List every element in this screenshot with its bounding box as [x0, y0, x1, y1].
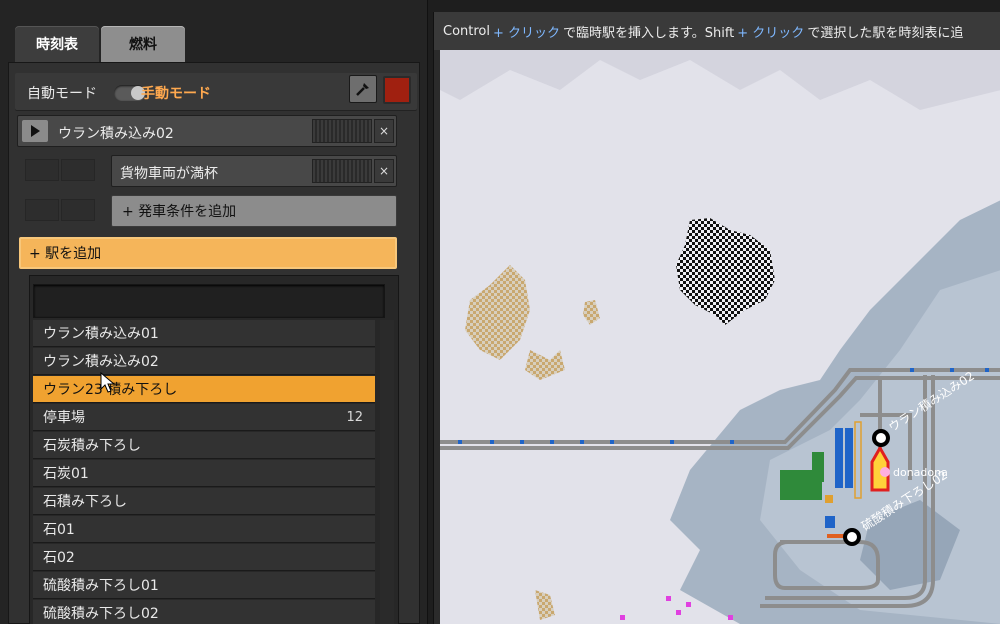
drag-handle[interactable] — [312, 119, 372, 143]
hint-text: で選択した駅を時刻表に追 — [807, 25, 964, 41]
empty-slot — [61, 159, 95, 181]
list-scrollbar[interactable] — [380, 320, 394, 624]
map-panel: Control + クリック で臨時駅を挿入します。Shift + クリック で… — [433, 12, 1000, 624]
eyedropper-icon — [356, 83, 369, 96]
train-stop-icon[interactable] — [872, 429, 890, 447]
list-item[interactable]: ウラン積み込み02 — [33, 348, 375, 375]
list-item[interactable]: 石02 — [33, 544, 375, 571]
hint-accent: + クリック — [493, 25, 561, 41]
list-item[interactable]: 石積み下ろし — [33, 488, 375, 515]
mode-row: 自動モード 手動モード — [15, 73, 417, 111]
search-input[interactable] — [33, 284, 385, 318]
train-color-swatch[interactable] — [383, 76, 411, 104]
tab-fuel[interactable]: 燃料 — [101, 26, 185, 62]
list-item-label: 停車場 — [43, 410, 85, 426]
empty-slot — [61, 199, 95, 221]
condition-label: 貨物車両が満杯 — [120, 166, 218, 182]
game-map[interactable]: ウラン積み込み02 硫酸積み下ろし02 donadona — [440, 50, 1000, 624]
list-item[interactable]: 石01 — [33, 516, 375, 543]
list-item[interactable]: 停車場 12 — [33, 404, 375, 431]
station-list: ウラン積み込み01 ウラン積み込み02 ウラン23 積み下ろし 停車場 12 石炭… — [33, 320, 375, 624]
tab-bar: 時刻表 燃料 — [8, 14, 428, 62]
list-item[interactable]: 硫酸積み下ろし01 — [33, 572, 375, 599]
schedule-body: 自動モード 手動モード ウラン積み込み02 × 貨物車両が満杯 × + 発車条件… — [8, 62, 420, 624]
station-picker: ウラン積み込み01 ウラン積み込み02 ウラン23 積み下ろし 停車場 12 石炭… — [29, 275, 399, 624]
list-item[interactable]: 石炭積み下ろし — [33, 432, 375, 459]
list-item-label: 石積み下ろし — [43, 494, 127, 510]
color-picker-button[interactable] — [349, 75, 377, 103]
hint-bar: Control + クリック で臨時駅を挿入します。Shift + クリック で… — [434, 12, 1000, 50]
wait-condition-row[interactable]: 貨物車両が満杯 × — [111, 155, 397, 187]
auto-mode-label: 自動モード — [27, 86, 97, 102]
play-button[interactable] — [22, 120, 48, 142]
list-item-label: 石炭01 — [43, 466, 89, 482]
add-station-button[interactable]: + 駅を追加 — [19, 237, 397, 269]
list-item[interactable]: 石炭01 — [33, 460, 375, 487]
play-icon — [31, 125, 40, 137]
hint-text: Control — [443, 23, 490, 39]
hint-accent: + クリック — [737, 25, 805, 41]
list-item[interactable]: ウラン積み込み01 — [33, 320, 375, 347]
hint-text: で臨時駅を挿入します。Shift — [563, 25, 735, 41]
schedule-station-row[interactable]: ウラン積み込み02 × — [17, 115, 397, 147]
list-item-label: ウラン積み込み02 — [43, 354, 159, 370]
manual-mode-label: 手動モード — [141, 86, 211, 102]
train-count: 12 — [346, 409, 363, 425]
remove-station-button[interactable]: × — [374, 119, 394, 143]
add-condition-button[interactable]: + 発車条件を追加 — [111, 195, 397, 227]
tab-timetable[interactable]: 時刻表 — [15, 26, 99, 62]
list-item-label: ウラン積み込み01 — [43, 326, 159, 342]
list-item[interactable]: 硫酸積み下ろし02 — [33, 600, 375, 624]
station-name: ウラン積み込み02 — [58, 126, 174, 142]
timetable-panel: 時刻表 燃料 自動モード 手動モード ウラン積み込み02 × 貨物車両が満杯 ×… — [0, 0, 428, 624]
list-item-label: 石炭積み下ろし — [43, 438, 141, 454]
player-name: donadona — [893, 466, 948, 479]
drag-handle[interactable] — [312, 159, 372, 183]
empty-slot — [25, 199, 59, 221]
list-item-label: 石01 — [43, 522, 75, 538]
list-item-label: 硫酸積み下ろし02 — [43, 606, 159, 622]
list-item-label: 硫酸積み下ろし01 — [43, 578, 159, 594]
mouse-cursor-icon — [100, 372, 116, 393]
empty-slot — [25, 159, 59, 181]
list-item-selected[interactable]: ウラン23 積み下ろし — [33, 376, 375, 403]
list-item-label: 石02 — [43, 550, 75, 566]
train-stop-icon[interactable] — [843, 528, 861, 546]
player-marker-icon — [880, 467, 890, 477]
remove-condition-button[interactable]: × — [374, 159, 394, 183]
